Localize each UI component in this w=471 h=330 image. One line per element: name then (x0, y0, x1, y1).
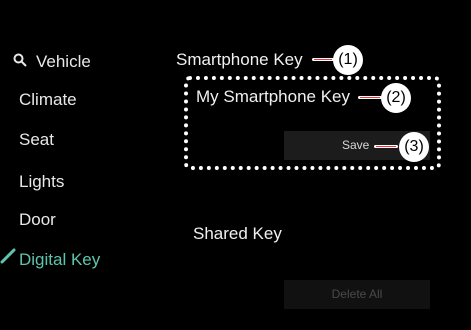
sidebar-item-lights[interactable]: Lights (19, 172, 64, 192)
sidebar-item-vehicle[interactable]: Vehicle (36, 52, 91, 72)
callout-line-3 (374, 145, 398, 148)
search-icon (13, 53, 27, 67)
my-smartphone-key-label[interactable]: My Smartphone Key (196, 87, 350, 107)
callout-line-1 (312, 58, 334, 61)
sidebar: Vehicle Climate Seat Lights Door Digital… (0, 0, 150, 330)
smartphone-key-title: Smartphone Key (176, 50, 303, 69)
callout-marker-3: (3) (399, 132, 429, 162)
sidebar-item-door[interactable]: Door (19, 210, 56, 230)
sidebar-item-climate[interactable]: Climate (19, 90, 77, 110)
delete-all-button[interactable]: Delete All (284, 280, 430, 309)
active-indicator-icon (0, 248, 16, 264)
callout-marker-2: (2) (381, 83, 411, 113)
callout-line-2 (358, 96, 382, 99)
shared-key-title: Shared Key (193, 224, 282, 243)
callout-marker-1: (1) (333, 45, 363, 75)
sidebar-item-seat[interactable]: Seat (19, 130, 54, 150)
sidebar-item-digital-key[interactable]: Digital Key (19, 250, 100, 270)
